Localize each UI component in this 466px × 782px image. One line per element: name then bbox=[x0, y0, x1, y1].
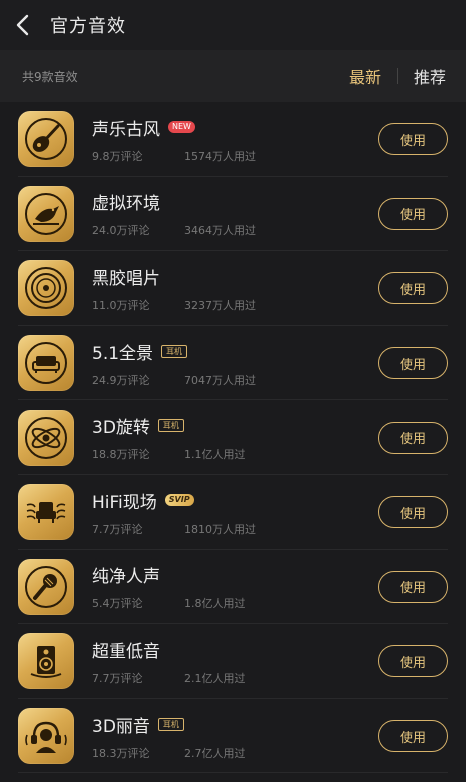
comment-count: 24.0万评论 bbox=[92, 224, 150, 238]
list-item[interactable]: 声乐古风 NEW 9.8万评论 1574万人用过 使用 bbox=[0, 102, 466, 177]
bird-icon bbox=[25, 192, 67, 235]
headphones-person-icon bbox=[25, 721, 67, 754]
orbit-icon bbox=[25, 416, 67, 459]
effect-icon-tile bbox=[18, 111, 74, 168]
earphone-badge: 耳机 bbox=[157, 419, 184, 433]
user-count: 1574万人用过 bbox=[184, 149, 256, 163]
user-count: 3464万人用过 bbox=[184, 224, 256, 238]
comment-count: 5.4万评论 bbox=[92, 597, 143, 611]
comment-count: 18.3万评论 bbox=[92, 746, 150, 760]
pipa-icon bbox=[25, 118, 67, 161]
use-button[interactable]: 使用 bbox=[378, 496, 448, 529]
effect-icon-tile bbox=[18, 484, 74, 541]
list-item[interactable]: 5.1全景 耳机 24.9万评论 7047万人用过 使用 bbox=[0, 326, 466, 401]
effect-icon-tile bbox=[18, 185, 74, 242]
top-bar: 官方音效 bbox=[0, 0, 466, 50]
list-item[interactable]: HiFi现场 SVIP 7.7万评论 1810万人用过 使用 bbox=[0, 475, 466, 550]
back-button[interactable] bbox=[0, 0, 44, 50]
use-button[interactable]: 使用 bbox=[378, 421, 448, 454]
chevron-left-icon bbox=[16, 14, 29, 36]
list-item[interactable]: 纯净人声 5.4万评论 1.8亿人用过 使用 bbox=[0, 550, 466, 625]
effect-name: 超重低音 bbox=[92, 641, 160, 662]
user-count: 7047万人用过 bbox=[184, 373, 256, 387]
user-count: 2.7亿人用过 bbox=[184, 746, 246, 760]
effect-name: 3D丽音 bbox=[92, 716, 150, 737]
effect-icon-tile bbox=[18, 708, 74, 765]
use-button[interactable]: 使用 bbox=[378, 347, 448, 380]
sofa-icon bbox=[25, 342, 67, 385]
svip-badge: SVIP bbox=[164, 494, 194, 507]
comment-count: 18.8万评论 bbox=[92, 448, 150, 462]
effect-name: 黑胶唱片 bbox=[92, 268, 160, 289]
list-item[interactable]: 黑胶唱片 11.0万评论 3237万人用过 使用 bbox=[0, 251, 466, 326]
new-badge: NEW bbox=[168, 121, 195, 134]
earphone-badge: 耳机 bbox=[161, 344, 188, 358]
sort-bar: 共9款音效 最新 推荐 bbox=[0, 50, 466, 102]
microphone-icon bbox=[25, 565, 67, 608]
use-button[interactable]: 使用 bbox=[378, 123, 448, 156]
effect-list: 声乐古风 NEW 9.8万评论 1574万人用过 使用 虚拟环境 24.0万评论… bbox=[0, 102, 466, 773]
effect-name: 3D旋转 bbox=[92, 418, 150, 439]
sort-recommend-tab[interactable]: 推荐 bbox=[414, 64, 446, 88]
use-button[interactable]: 使用 bbox=[378, 645, 448, 678]
effect-name: 纯净人声 bbox=[92, 567, 160, 588]
comment-count: 11.0万评论 bbox=[92, 298, 150, 312]
vinyl-icon bbox=[25, 267, 67, 310]
effect-count: 共9款音效 bbox=[22, 69, 78, 84]
comment-count: 7.7万评论 bbox=[92, 671, 143, 685]
user-count: 1810万人用过 bbox=[184, 522, 256, 536]
effect-icon-tile bbox=[18, 633, 74, 690]
user-count: 2.1亿人用过 bbox=[184, 671, 246, 685]
comment-count: 9.8万评论 bbox=[92, 149, 143, 163]
user-count: 1.8亿人用过 bbox=[184, 597, 246, 611]
comment-count: 24.9万评论 bbox=[92, 373, 150, 387]
comment-count: 7.7万评论 bbox=[92, 522, 143, 536]
user-count: 1.1亿人用过 bbox=[184, 448, 246, 462]
sort-latest-tab[interactable]: 最新 bbox=[349, 64, 381, 88]
effect-icon-tile bbox=[18, 558, 74, 615]
effect-name: 虚拟环境 bbox=[92, 194, 160, 215]
earphone-badge: 耳机 bbox=[157, 717, 184, 731]
effect-name: HiFi现场 bbox=[92, 492, 157, 513]
divider bbox=[396, 68, 398, 84]
use-button[interactable]: 使用 bbox=[378, 197, 448, 230]
effect-icon-tile bbox=[18, 409, 74, 466]
user-count: 3237万人用过 bbox=[184, 298, 256, 312]
effect-name: 5.1全景 bbox=[92, 343, 154, 364]
list-item[interactable]: 3D旋转 耳机 18.8万评论 1.1亿人用过 使用 bbox=[0, 400, 466, 475]
use-button[interactable]: 使用 bbox=[378, 720, 448, 753]
list-item[interactable]: 超重低音 7.7万评论 2.1亿人用过 使用 bbox=[0, 624, 466, 699]
use-button[interactable]: 使用 bbox=[378, 570, 448, 603]
effect-icon-tile bbox=[18, 335, 74, 392]
list-item[interactable]: 3D丽音 耳机 18.3万评论 2.7亿人用过 使用 bbox=[0, 699, 466, 774]
speaker-icon bbox=[30, 646, 62, 679]
armchair-icon bbox=[26, 502, 66, 524]
use-button[interactable]: 使用 bbox=[378, 272, 448, 305]
effect-name: 声乐古风 bbox=[92, 119, 160, 140]
effect-icon-tile bbox=[18, 260, 74, 317]
page-title: 官方音效 bbox=[50, 16, 126, 37]
list-item[interactable]: 虚拟环境 24.0万评论 3464万人用过 使用 bbox=[0, 177, 466, 252]
